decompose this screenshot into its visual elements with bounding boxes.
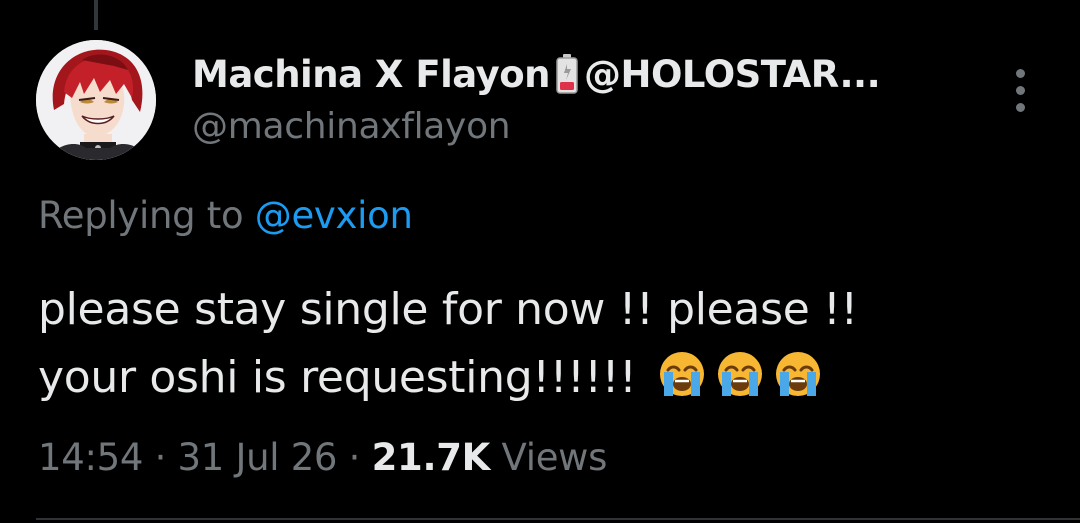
replying-to: Replying to @evxion bbox=[38, 194, 413, 237]
divider bbox=[36, 518, 1080, 520]
more-dot-icon bbox=[1015, 102, 1025, 112]
views-label: Views bbox=[501, 436, 608, 479]
battery-low-icon bbox=[556, 54, 578, 94]
more-dot-icon bbox=[1015, 68, 1025, 78]
replying-to-label: Replying to bbox=[38, 194, 244, 237]
tweet-time[interactable]: 14:54 bbox=[38, 436, 143, 479]
more-options-button[interactable] bbox=[1004, 66, 1036, 114]
tweet-text-line-content: your oshi is requesting!!!!!! bbox=[38, 352, 637, 403]
author-name-row[interactable]: Machina X Flayon @HOLOSTAR... bbox=[192, 46, 960, 102]
loudly-crying-face-icon bbox=[714, 348, 766, 400]
author-handle[interactable]: @machinaxflayon bbox=[192, 106, 960, 147]
tweet-date[interactable]: 31 Jul 26 bbox=[178, 436, 338, 479]
avatar[interactable] bbox=[36, 40, 156, 160]
views-count[interactable]: 21.7K bbox=[372, 436, 491, 479]
author-name-suffix: @HOLOSTAR... bbox=[584, 52, 881, 96]
author-display-name[interactable]: Machina X Flayon bbox=[192, 53, 551, 96]
tweet-text-line: please stay single for now !! please !! bbox=[38, 284, 858, 335]
reply-mention-link[interactable]: @evxion bbox=[255, 194, 413, 237]
meta-separator: · bbox=[154, 436, 167, 479]
tweet-text: please stay single for now !! please !! … bbox=[38, 276, 1048, 412]
meta-separator-2: · bbox=[348, 436, 361, 479]
more-dot-icon bbox=[1015, 85, 1025, 95]
loudly-crying-face-icon bbox=[656, 348, 708, 400]
loudly-crying-face-icon bbox=[772, 348, 824, 400]
tweet-text-line-2: your oshi is requesting!!!!!! bbox=[38, 344, 1048, 412]
tweet-header: Machina X Flayon @HOLOSTAR... @machinaxf… bbox=[192, 46, 960, 148]
thread-connector-line bbox=[94, 0, 98, 30]
tweet-metadata: 14:54 · 31 Jul 26 · 21.7K Views bbox=[38, 436, 607, 479]
avatar-image bbox=[36, 40, 156, 160]
